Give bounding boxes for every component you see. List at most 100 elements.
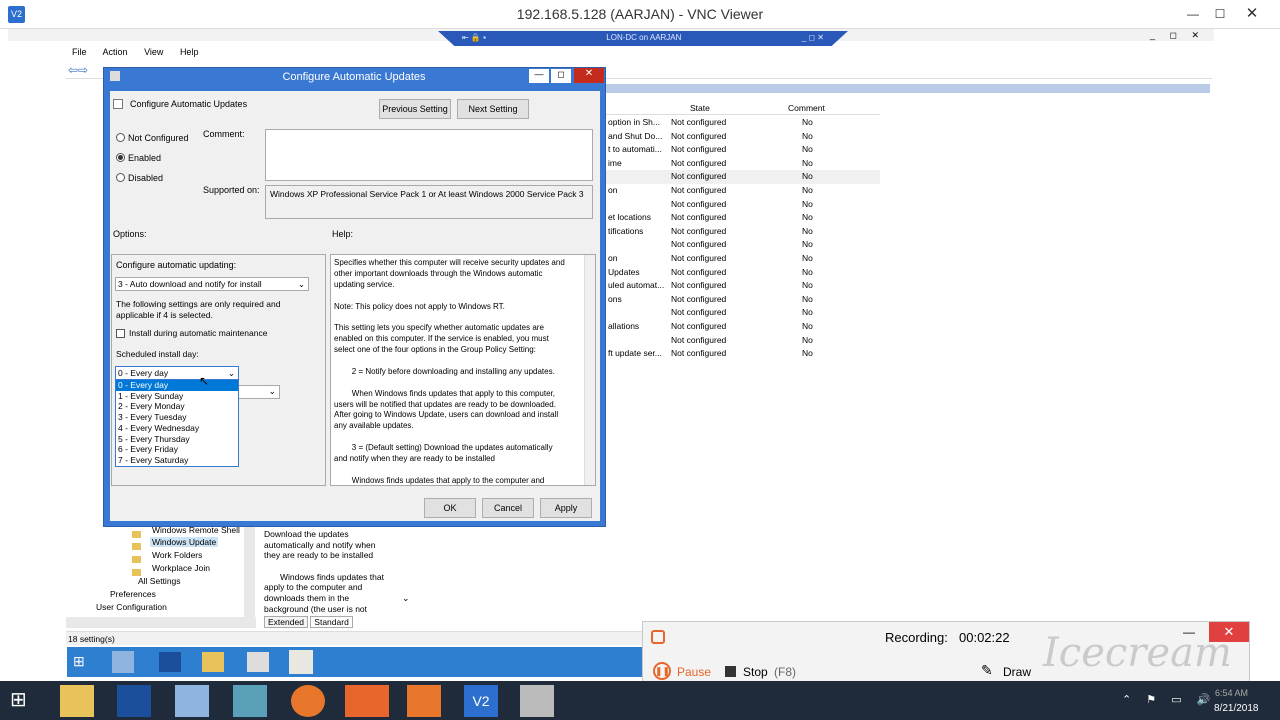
configure-updating-select[interactable]: 3 - Auto download and notify for install… <box>115 277 309 291</box>
explorer-icon[interactable] <box>202 652 224 672</box>
minimize-icon[interactable]: — <box>1183 4 1203 24</box>
windows-start-icon[interactable]: ⊞ <box>10 689 34 713</box>
ok-button[interactable]: OK <box>424 498 476 518</box>
pin-icon[interactable]: ⇤ 🔒 ▪ <box>462 31 486 45</box>
tree-item-windows-update[interactable]: Windows Update <box>150 537 219 547</box>
help-scrollbar[interactable] <box>584 255 595 485</box>
icecream-recorder-icon[interactable] <box>345 685 389 717</box>
table-row[interactable]: allations Not configured No <box>606 320 880 334</box>
close-icon[interactable]: ✕ <box>1242 4 1262 24</box>
table-row[interactable]: Not configured No <box>606 170 880 184</box>
stop-button[interactable]: Stop <box>743 665 768 679</box>
dialog-close-button[interactable]: ✕ <box>574 68 604 83</box>
menu-action[interactable]: Action <box>103 47 128 57</box>
install-day-option[interactable]: 3 - Every Tuesday <box>116 412 238 423</box>
dialog-maximize-button[interactable]: ◻ <box>551 69 571 83</box>
install-day-option[interactable]: 7 - Every Saturday <box>116 455 238 466</box>
radio-disabled[interactable] <box>116 173 125 182</box>
supported-on-label: Supported on: <box>203 185 260 195</box>
powershell-icon[interactable] <box>117 685 151 717</box>
radio-enabled[interactable] <box>116 153 125 162</box>
install-day-option[interactable]: 6 - Every Friday <box>116 444 238 455</box>
next-setting-button[interactable]: Next Setting <box>457 99 529 119</box>
tree-scrollbar[interactable] <box>244 527 255 617</box>
previous-setting-button[interactable]: Previous Setting <box>379 99 451 119</box>
pencil-icon[interactable]: ✎ <box>981 662 993 679</box>
tab-extended[interactable]: Extended <box>264 616 308 628</box>
help-text: Specifies whether this computer will rec… <box>334 258 582 487</box>
table-row[interactable]: uled automat... Not configured No <box>606 279 880 293</box>
row-name: ime <box>608 157 622 168</box>
chevron-down-icon: ⌄ <box>297 279 305 289</box>
powershell-icon[interactable] <box>159 652 181 672</box>
table-row[interactable]: Not configured No <box>606 306 880 320</box>
column-state[interactable]: State <box>690 103 710 113</box>
table-row[interactable]: ft update ser... Not configured No <box>606 347 880 361</box>
tab-standard[interactable]: Standard <box>310 616 353 628</box>
table-row[interactable]: on Not configured No <box>606 184 880 198</box>
tools-icon[interactable] <box>247 652 269 672</box>
column-comment[interactable]: Comment <box>788 103 825 113</box>
maximize-icon[interactable]: ☐ <box>1210 4 1230 24</box>
table-row[interactable]: Not configured No <box>606 198 880 212</box>
cancel-button[interactable]: Cancel <box>482 498 534 518</box>
menu-view[interactable]: View <box>144 47 163 57</box>
maintenance-label: Install during automatic maintenance <box>129 328 268 338</box>
table-row[interactable]: Not configured No <box>606 334 880 348</box>
table-row[interactable]: Updates Not configured No <box>606 266 880 280</box>
table-row[interactable]: option in Sh... Not configured No <box>606 116 880 130</box>
tree-item-user-configuration[interactable]: User Configuration <box>96 602 167 612</box>
table-row[interactable]: Not configured No <box>606 238 880 252</box>
install-day-option[interactable]: 1 - Every Sunday <box>116 391 238 402</box>
vnc-bar-controls[interactable]: _ ◻ ✕ <box>802 31 824 45</box>
computer-icon[interactable] <box>520 685 554 717</box>
stop-icon[interactable] <box>725 666 736 677</box>
file-explorer-icon[interactable] <box>60 685 94 717</box>
screenshot-icon[interactable] <box>407 685 441 717</box>
tree-hscrollbar[interactable] <box>66 617 256 628</box>
configure-automatic-updates-dialog: Configure Automatic Updates — ◻ ✕ Config… <box>103 67 606 527</box>
back-forward-icon[interactable]: ⇦⇨ <box>68 63 88 77</box>
tree-item-all-settings[interactable]: All Settings <box>138 576 181 586</box>
network-icon[interactable] <box>175 685 209 717</box>
dialog-minimize-button[interactable]: — <box>529 69 549 83</box>
table-row[interactable]: tifications Not configured No <box>606 225 880 239</box>
help-line: select one of the four options in the Gr… <box>334 345 536 355</box>
apply-button[interactable]: Apply <box>540 498 592 518</box>
tree-item-workplace-join[interactable]: Workplace Join <box>152 563 210 573</box>
install-day-option[interactable]: 5 - Every Thursday <box>116 434 238 445</box>
install-day-option[interactable]: 0 - Every day <box>116 380 238 391</box>
row-comment: No <box>802 293 813 304</box>
system-tray-icons[interactable]: ⌃ ⚑ ▭ 🔊 <box>1122 693 1216 706</box>
server-manager-icon[interactable] <box>112 651 134 673</box>
draw-button[interactable]: Draw <box>1003 665 1031 679</box>
table-row[interactable]: ons Not configured No <box>606 293 880 307</box>
table-row[interactable]: ime Not configured No <box>606 157 880 171</box>
table-row[interactable]: et locations Not configured No <box>606 211 880 225</box>
install-day-select[interactable]: 0 - Every day ⌄ <box>115 366 239 380</box>
row-comment: No <box>802 239 813 250</box>
scroll-down-icon[interactable]: ⌄ <box>402 593 410 604</box>
notepad-icon[interactable] <box>289 650 313 674</box>
firefox-icon[interactable] <box>291 685 325 717</box>
menu-file[interactable]: File <box>72 47 87 57</box>
mmc-window-controls[interactable]: _ ◻ ✕ <box>1150 30 1205 41</box>
table-row[interactable]: t to automati... Not configured No <box>606 143 880 157</box>
pause-icon[interactable]: ❚❚ <box>653 662 671 680</box>
menu-help[interactable]: Help <box>180 47 199 57</box>
table-row[interactable]: on Not configured No <box>606 252 880 266</box>
comment-field[interactable] <box>265 129 593 181</box>
options-pane: Configure automatic updating: 3 - Auto d… <box>111 254 326 486</box>
pause-button[interactable]: Pause <box>677 665 711 679</box>
maintenance-checkbox[interactable] <box>116 329 125 338</box>
app-icon[interactable] <box>233 685 267 717</box>
vnc-viewer-icon[interactable]: V2 <box>464 685 498 717</box>
vnc-connection-bar[interactable]: ⇤ 🔒 ▪ LON-DC on AARJAN _ ◻ ✕ <box>438 31 848 46</box>
tree-item-work-folders[interactable]: Work Folders <box>152 550 202 560</box>
radio-not-configured[interactable] <box>116 133 125 142</box>
install-day-option[interactable]: 4 - Every Wednesday <box>116 423 238 434</box>
configure-updating-label: Configure automatic updating: <box>116 260 237 270</box>
windows-start-icon[interactable]: ⊞ <box>73 653 91 671</box>
install-day-option[interactable]: 2 - Every Monday <box>116 401 238 412</box>
table-row[interactable]: and Shut Do... Not configured No <box>606 130 880 144</box>
